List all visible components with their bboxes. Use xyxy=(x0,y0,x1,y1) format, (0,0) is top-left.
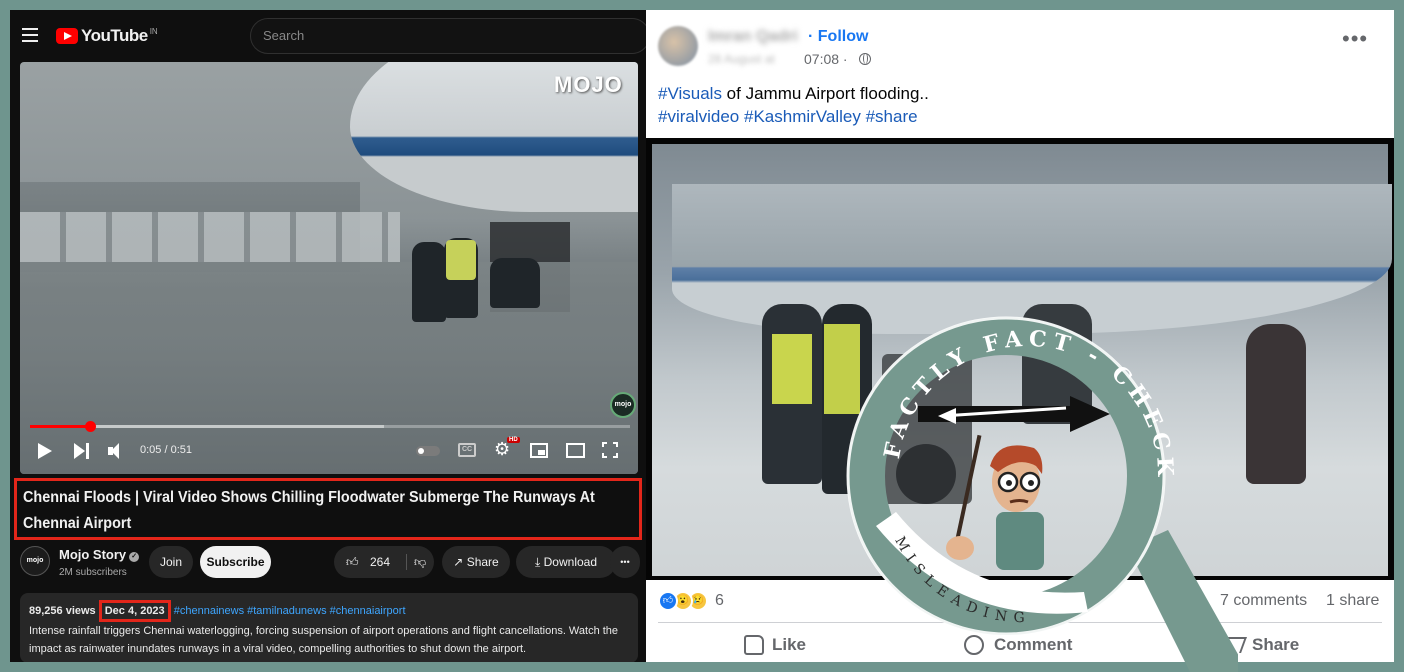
hashtag-viralvideo[interactable]: #viralvideo xyxy=(658,107,739,126)
download-label: Download xyxy=(543,555,598,569)
upload-date-highlight: Dec 4, 2023 xyxy=(98,600,171,622)
post-options-button[interactable]: ••• xyxy=(1342,28,1368,50)
hashtag-kashmirvalley[interactable]: #KashmirValley xyxy=(744,107,861,126)
facebook-panel: Imran Qadri · Follow 28 August at 07:08 … xyxy=(646,10,1394,662)
description-hashtags[interactable]: #chennainews #tamilnadunews #chennaiairp… xyxy=(174,605,406,617)
follow-button[interactable]: · Follow xyxy=(808,28,868,46)
video-title-highlight: Chennai Floods | Viral Video Shows Chill… xyxy=(14,478,642,540)
hashtag-visuals[interactable]: #Visuals xyxy=(658,84,722,103)
post-video[interactable] xyxy=(646,138,1394,580)
verified-check-icon: ✓ xyxy=(129,552,140,562)
miniplayer-icon[interactable] xyxy=(530,443,548,458)
comment-bubble-icon xyxy=(964,635,984,655)
subscriber-count: 2M subscribers xyxy=(59,567,127,578)
share-arrow-icon xyxy=(1221,637,1247,653)
post-frame-worker xyxy=(1246,324,1306,484)
public-globe-icon xyxy=(859,53,871,65)
mojo-corner-logo: mojo xyxy=(610,392,636,418)
scrubber-handle[interactable] xyxy=(85,421,96,432)
post-frame-wheel xyxy=(896,444,956,504)
post-date-blurred: 28 August at xyxy=(708,52,775,66)
channel-name-row[interactable]: Mojo Story ✓ xyxy=(59,547,140,562)
video-time: 0:05 / 0:51 xyxy=(140,444,192,456)
video-frame-safety-vest xyxy=(446,240,476,280)
dislike-button[interactable]: 👎︎ xyxy=(414,546,426,578)
post-frame-safety-vest xyxy=(824,324,860,414)
share-label: Share xyxy=(466,555,499,569)
volume-icon[interactable] xyxy=(108,443,126,459)
fb-share-label: Share xyxy=(1252,635,1300,654)
autoplay-toggle[interactable] xyxy=(416,446,440,456)
reaction-summary[interactable]: 👍︎ 😮 😢 6 xyxy=(658,590,724,612)
author-name-blurred[interactable]: Imran Qadri xyxy=(708,28,798,46)
hd-badge: HD xyxy=(507,437,520,443)
post-text: #Visuals of Jammu Airport flooding.. #vi… xyxy=(658,82,929,128)
more-actions-button[interactable]: ••• xyxy=(610,546,640,578)
share-count[interactable]: 1 share xyxy=(1326,592,1379,610)
video-description[interactable]: 89,256 views Dec 4, 2023 #chennainews #t… xyxy=(20,593,638,662)
view-count: 89,256 views xyxy=(29,605,96,617)
description-text: Intense rainfall triggers Chennai waterl… xyxy=(29,625,619,655)
thumbs-down-icon: 👎︎ xyxy=(414,555,427,569)
like-thumb-icon xyxy=(744,635,764,655)
youtube-play-logo-icon xyxy=(56,28,78,44)
youtube-panel: YouTube IN Search MOJO mojo 0:05 / 0:51 … xyxy=(10,10,646,662)
fb-like-label: Like xyxy=(772,635,807,654)
reaction-count: 6 xyxy=(715,592,724,609)
post-frame-worker xyxy=(1022,304,1092,424)
post-time[interactable]: 07:08 · xyxy=(804,51,848,67)
video-title: Chennai Floods | Viral Video Shows Chill… xyxy=(23,489,595,532)
video-progress-bar[interactable] xyxy=(30,421,630,432)
post-frame-safety-vest xyxy=(772,334,812,404)
subscribe-button[interactable]: Subscribe xyxy=(200,546,271,578)
mojo-watermark: MOJO xyxy=(554,72,623,97)
fullscreen-icon[interactable] xyxy=(602,442,618,458)
fb-share-button[interactable]: Share xyxy=(1221,630,1300,660)
video-frame-worker xyxy=(490,258,540,308)
follow-label: Follow xyxy=(817,28,869,45)
share-button[interactable]: ↗ Share xyxy=(442,546,510,578)
action-divider xyxy=(658,622,1382,623)
youtube-header: YouTube IN Search xyxy=(10,10,646,62)
like-reaction-icon: 👍︎ xyxy=(658,591,678,611)
play-icon[interactable] xyxy=(38,443,52,459)
video-frame-worker xyxy=(412,242,446,322)
author-avatar[interactable] xyxy=(658,26,698,66)
like-dislike-group: 👍︎ 264 👎︎ xyxy=(334,546,434,578)
share-arrow-icon: ↗ xyxy=(453,555,464,569)
next-icon[interactable] xyxy=(74,443,90,459)
join-button[interactable]: Join xyxy=(149,546,193,578)
post-text-line1: of Jammu Airport flooding.. xyxy=(721,84,929,103)
theatre-mode-icon[interactable] xyxy=(566,443,585,458)
fb-comment-button[interactable]: Comment xyxy=(964,630,1072,660)
hashtag-share[interactable]: #share xyxy=(866,107,918,126)
fb-like-button[interactable]: Like xyxy=(744,630,806,660)
like-count: 264 xyxy=(370,555,391,569)
youtube-country-code: IN xyxy=(149,26,158,36)
channel-name[interactable]: Mojo Story xyxy=(59,547,126,562)
search-input[interactable]: Search xyxy=(250,18,646,54)
video-frame-buses xyxy=(20,212,400,262)
download-button[interactable]: ⤓ Download xyxy=(516,546,616,578)
channel-avatar[interactable]: mojo xyxy=(20,546,50,576)
comment-count[interactable]: 7 comments xyxy=(1220,592,1307,610)
fb-comment-label: Comment xyxy=(994,635,1073,654)
captions-icon[interactable]: CC xyxy=(458,443,476,457)
like-button[interactable]: 👍︎ 264 xyxy=(334,546,406,578)
youtube-logo-text: YouTube xyxy=(81,26,148,45)
post-video-frame xyxy=(652,144,1392,576)
download-icon: ⤓ xyxy=(534,555,541,569)
like-divider xyxy=(406,554,407,570)
video-player[interactable]: MOJO mojo xyxy=(20,62,638,474)
menu-icon[interactable] xyxy=(22,28,38,42)
thumbs-up-icon: 👍︎ xyxy=(346,555,359,569)
played-bar xyxy=(30,425,90,428)
youtube-logo[interactable]: YouTube IN xyxy=(56,26,158,46)
